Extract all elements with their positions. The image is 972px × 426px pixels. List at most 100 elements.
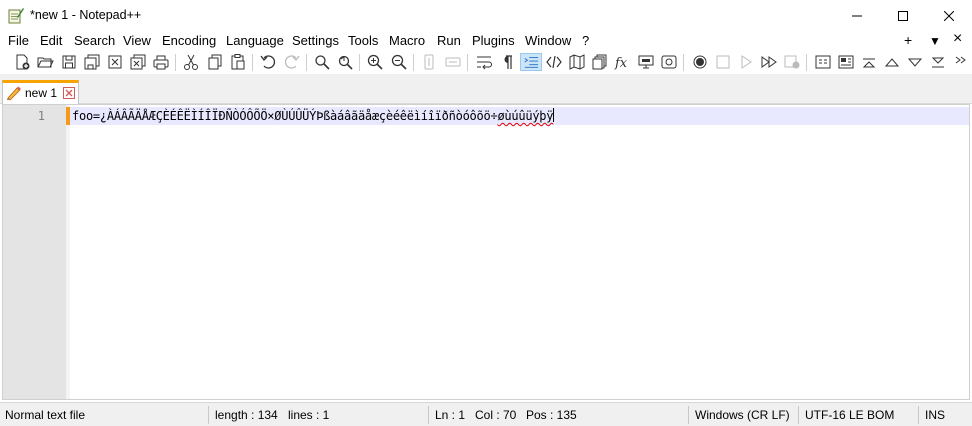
- function-list-icon[interactable]: fx: [614, 53, 632, 71]
- line-number: 1: [37, 109, 45, 123]
- sync-vertical-scrolling-icon[interactable]: [420, 53, 438, 71]
- previous-bookmark-icon[interactable]: [883, 53, 901, 71]
- menu-language[interactable]: Language: [226, 33, 284, 48]
- status-encoding[interactable]: UTF-16 LE BOM: [805, 408, 894, 422]
- tab-list-dropdown-button[interactable]: ▼: [929, 34, 941, 48]
- playback-macro-icon[interactable]: [737, 53, 755, 71]
- svg-text:fx: fx: [614, 56, 628, 71]
- close-icon: [944, 10, 954, 21]
- close-file-icon[interactable]: [106, 53, 124, 71]
- toolbar-separator: [252, 54, 253, 71]
- menu-macro[interactable]: Macro: [389, 33, 425, 48]
- zoom-out-icon[interactable]: [390, 53, 408, 71]
- menu-help[interactable]: ?: [582, 33, 589, 48]
- window-title: *new 1 - Notepad++: [30, 8, 142, 22]
- save-icon[interactable]: [60, 53, 78, 71]
- editor-line-1[interactable]: foo=¿ÀÁÂÃÄÅÆÇÈÉÊËÌÍÎÏÐÑÒÓÔÕÖ×ØÙÚÛÜÝÞßàáâ…: [72, 108, 555, 123]
- status-lines: lines : 1: [288, 408, 330, 422]
- copy-icon[interactable]: [206, 53, 224, 71]
- next-bookmark-icon[interactable]: [906, 53, 924, 71]
- menu-tools[interactable]: Tools: [348, 33, 378, 48]
- show-all-characters-icon[interactable]: [498, 53, 516, 71]
- line-number-margin: 1: [3, 105, 66, 399]
- minimize-button[interactable]: [834, 0, 880, 31]
- tab-close-icon[interactable]: [63, 87, 75, 99]
- status-column: Col : 70: [475, 408, 517, 422]
- editor-area[interactable]: 1 foo=¿ÀÁÂÃÄÅÆÇÈÉÊËÌÍÎÏÐÑÒÓÔÕÖ×ØÙÚÛÜÝÞßà…: [2, 104, 970, 400]
- text-caret: [553, 108, 555, 122]
- undo-icon[interactable]: [259, 53, 277, 71]
- word-wrap-icon[interactable]: [475, 53, 493, 71]
- monitoring-icon[interactable]: [637, 53, 655, 71]
- menu-edit[interactable]: Edit: [40, 33, 62, 48]
- toolbar-separator: [467, 54, 468, 71]
- menu-run[interactable]: Run: [437, 33, 461, 48]
- line-text-main: foo=¿ÀÁÂÃÄÅÆÇÈÉÊËÌÍÎÏÐÑÒÓÔÕÖ×ØÙÚÛÜÝÞßàáâ…: [72, 109, 498, 123]
- toolbar-separator: [806, 54, 807, 71]
- status-insert-mode[interactable]: INS: [925, 408, 945, 422]
- redo-icon[interactable]: [283, 53, 301, 71]
- toolbar-overflow-icon[interactable]: [954, 53, 968, 71]
- toolbar-separator: [306, 54, 307, 71]
- status-eol-format[interactable]: Windows (CR LF): [695, 408, 790, 422]
- status-separator: [688, 406, 689, 424]
- panel-icon[interactable]: [660, 53, 678, 71]
- save-macro-icon[interactable]: [783, 53, 801, 71]
- close-window-button[interactable]: [926, 0, 972, 31]
- print-icon[interactable]: [152, 53, 170, 71]
- user-defined-language-icon[interactable]: [545, 53, 563, 71]
- document-map-icon[interactable]: [568, 53, 586, 71]
- status-file-type: Normal text file: [5, 408, 86, 422]
- tab-label: new 1: [25, 86, 58, 100]
- stop-recording-icon[interactable]: [714, 53, 732, 71]
- minimize-icon: [852, 15, 862, 16]
- new-tab-button[interactable]: +: [904, 32, 912, 48]
- menu-settings[interactable]: Settings: [292, 33, 339, 48]
- toolbar: fx: [0, 51, 972, 74]
- maximize-icon: [898, 10, 908, 21]
- fold-margin[interactable]: [66, 105, 70, 399]
- sync-horizontal-scrolling-icon[interactable]: [444, 53, 462, 71]
- menu-encoding[interactable]: Encoding: [162, 33, 216, 48]
- status-length: length : 134: [215, 408, 278, 422]
- find-icon[interactable]: [313, 53, 331, 71]
- new-file-icon[interactable]: [13, 53, 31, 71]
- zoom-in-icon[interactable]: [366, 53, 384, 71]
- modified-file-icon: [7, 86, 21, 101]
- fold-all-icon[interactable]: [860, 53, 878, 71]
- toolbar-separator: [413, 54, 414, 71]
- view-in-browser-icon[interactable]: [814, 53, 832, 71]
- menu-view[interactable]: View: [123, 33, 151, 48]
- status-separator: [918, 406, 919, 424]
- replace-icon[interactable]: [336, 53, 354, 71]
- spellcheck-underlined-text: øùúûüýþÿ: [497, 109, 554, 123]
- save-all-icon[interactable]: [83, 53, 101, 71]
- close-all-icon[interactable]: [129, 53, 147, 71]
- title-bar[interactable]: *new 1 - Notepad++: [0, 0, 972, 31]
- indent-guide-icon[interactable]: [520, 53, 542, 71]
- unfold-all-icon[interactable]: [929, 53, 947, 71]
- open-file-icon[interactable]: [36, 53, 54, 71]
- tab-new-1[interactable]: new 1: [2, 80, 79, 104]
- menu-plugins[interactable]: Plugins: [472, 33, 515, 48]
- clipboard-history-icon[interactable]: [591, 53, 609, 71]
- notepad-plus-plus-app-icon: [8, 8, 24, 24]
- status-position: Pos : 135: [526, 408, 577, 422]
- tab-bar: new 1: [0, 74, 972, 104]
- paste-icon[interactable]: [229, 53, 247, 71]
- menu-window[interactable]: Window: [525, 33, 571, 48]
- status-bar: Normal text file length : 134 lines : 1 …: [0, 402, 972, 426]
- run-macro-multiple-icon[interactable]: [760, 53, 778, 71]
- toolbar-separator: [175, 54, 176, 71]
- menu-bar: File Edit Search View Encoding Language …: [0, 30, 972, 51]
- menu-search[interactable]: Search: [74, 33, 115, 48]
- close-document-button[interactable]: ×: [953, 30, 962, 48]
- maximize-button[interactable]: [880, 0, 926, 31]
- status-separator: [428, 406, 429, 424]
- document-list-icon[interactable]: [837, 53, 855, 71]
- change-history-marker: [66, 107, 70, 125]
- cut-icon[interactable]: [182, 53, 200, 71]
- menu-file[interactable]: File: [8, 33, 29, 48]
- status-separator: [208, 406, 209, 424]
- record-macro-icon[interactable]: [691, 53, 709, 71]
